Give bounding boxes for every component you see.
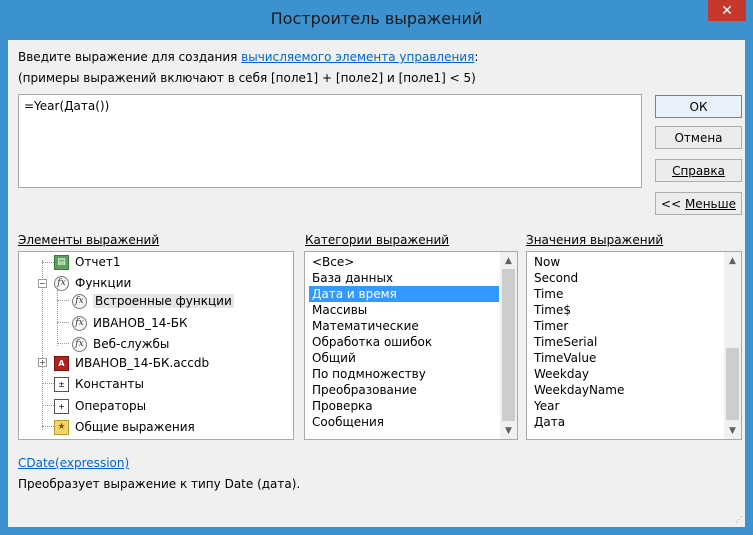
database-icon: A: [54, 355, 69, 371]
scroll-up-icon[interactable]: ▲: [724, 252, 741, 269]
value-item[interactable]: Дата: [531, 414, 568, 430]
tree-line: [42, 405, 54, 406]
expression-categories-list[interactable]: <Все> База данных Дата и время Массивы М…: [304, 251, 518, 440]
less-button-prefix: <<: [661, 196, 685, 211]
category-item[interactable]: По подмножеству: [309, 366, 429, 382]
tree-item-report[interactable]: ▤ Отчет1: [54, 253, 121, 271]
function-description: Преобразует выражение к типу Date (дата)…: [18, 477, 301, 491]
expression-elements-tree[interactable]: − + ▤ Отчет1 fx Функции fx Встроенные фу…: [18, 251, 294, 440]
categories-label-text: Категории выражений: [305, 233, 450, 247]
calculated-control-link[interactable]: вычисляемого элемента управления: [241, 50, 474, 64]
tree-item-label: Функции: [75, 276, 132, 290]
categories-label: Категории выражений: [305, 233, 449, 247]
elements-label-text: Элементы выражений: [18, 233, 160, 247]
tree-line: [42, 383, 54, 384]
resize-grip-icon[interactable]: ⋰: [735, 515, 743, 524]
category-item[interactable]: Математические: [309, 318, 422, 334]
operators-icon: +: [54, 398, 69, 414]
help-button-label: Справка: [672, 163, 725, 178]
tree-item-label: Отчет1: [75, 255, 121, 269]
tree-item-label: ИВАНОВ_14-БК: [93, 316, 188, 330]
expression-values-list[interactable]: Now Second Time Time$ Timer TimeSerial T…: [526, 251, 742, 440]
value-item[interactable]: Time: [531, 286, 566, 302]
less-button-label: Меньше: [684, 196, 736, 211]
instructions-line-2: (примеры выражений включают в себя [поле…: [18, 71, 476, 85]
expression-builder-window: Построитель выражений ✕ Введите выражени…: [0, 0, 753, 535]
tree-item-constants[interactable]: ± Константы: [54, 375, 144, 393]
expand-database-toggle[interactable]: +: [38, 358, 47, 367]
category-item[interactable]: Преобразование: [309, 382, 420, 398]
tree-item-label: Веб-службы: [93, 337, 170, 351]
tree-line: [57, 322, 69, 323]
tree-line: [57, 343, 69, 344]
tree-item-functions[interactable]: fx Функции: [54, 274, 131, 292]
value-item[interactable]: Year: [531, 398, 562, 414]
values-label: Значения выражений: [526, 233, 663, 247]
tree-line: [57, 300, 69, 301]
function-icon: fx: [72, 293, 87, 309]
scroll-down-icon[interactable]: ▼: [724, 422, 741, 439]
tree-item-label: Общие выражения: [75, 420, 195, 434]
value-item[interactable]: Now: [531, 254, 563, 270]
category-item[interactable]: Проверка: [309, 398, 376, 414]
help-button[interactable]: Справка: [655, 159, 742, 182]
instructions-colon: :: [474, 50, 479, 64]
tree-item-common-expressions[interactable]: ★ Общие выражения: [54, 418, 195, 436]
dialog-client-area: Введите выражение для создания вычисляем…: [8, 40, 745, 527]
category-item[interactable]: Массивы: [309, 302, 370, 318]
values-label-text: Значения выражений: [526, 233, 664, 247]
tree-item-builtin-functions[interactable]: fx Встроенные функции: [72, 292, 234, 310]
category-item[interactable]: Обработка ошибок: [309, 334, 435, 350]
tree-item-label: Операторы: [75, 399, 147, 413]
instructions-text: Введите выражение для создания: [18, 50, 242, 64]
tree-item-database[interactable]: A ИВАНОВ_14-БК.accdb: [54, 354, 209, 372]
values-scrollbar[interactable]: ▲ ▼: [724, 252, 741, 439]
less-button[interactable]: << Меньше: [655, 192, 742, 215]
expression-text: =Year(Дата()): [24, 99, 110, 113]
category-item[interactable]: База данных: [309, 270, 396, 286]
scroll-down-icon[interactable]: ▼: [500, 422, 517, 439]
ok-button[interactable]: ОК: [655, 95, 742, 118]
category-item[interactable]: Общий: [309, 350, 359, 366]
tree-item-label: Встроенные функции: [93, 294, 234, 308]
value-item[interactable]: Time$: [531, 302, 574, 318]
instructions-line-1: Введите выражение для создания вычисляем…: [18, 50, 478, 64]
category-item[interactable]: <Все>: [309, 254, 357, 270]
common-expressions-icon: ★: [54, 419, 69, 435]
tree-item-web-services[interactable]: fx Веб-службы: [72, 335, 169, 353]
scroll-thumb[interactable]: [726, 348, 739, 420]
tree-item-ivanov-functions[interactable]: fx ИВАНОВ_14-БК: [72, 314, 187, 332]
tree-line: [42, 262, 54, 263]
cancel-button[interactable]: Отмена: [655, 126, 742, 149]
scroll-thumb[interactable]: [502, 269, 515, 421]
tree-line: [57, 290, 58, 346]
constants-icon: ±: [54, 376, 69, 392]
value-item[interactable]: Second: [531, 270, 581, 286]
categories-scrollbar[interactable]: ▲ ▼: [500, 252, 517, 439]
tree-line: [42, 426, 54, 427]
function-icon: fx: [72, 336, 87, 352]
close-button[interactable]: ✕: [708, 0, 746, 21]
value-item[interactable]: Weekday: [531, 366, 592, 382]
category-item-selected[interactable]: Дата и время: [309, 286, 499, 302]
elements-label: Элементы выражений: [18, 233, 159, 247]
tree-item-label: ИВАНОВ_14-БК.accdb: [75, 356, 210, 370]
tree-item-label: Константы: [75, 377, 144, 391]
window-title: Построитель выражений: [270, 9, 483, 28]
title-bar[interactable]: Построитель выражений ✕: [0, 0, 753, 40]
collapse-functions-toggle[interactable]: −: [38, 279, 47, 288]
scroll-up-icon[interactable]: ▲: [500, 252, 517, 269]
value-item[interactable]: WeekdayName: [531, 382, 627, 398]
report-icon: ▤: [54, 254, 69, 270]
value-item[interactable]: TimeValue: [531, 350, 599, 366]
function-icon: fx: [54, 275, 69, 291]
function-syntax-link[interactable]: CDate(expression): [18, 456, 129, 470]
tree-item-operators[interactable]: + Операторы: [54, 397, 146, 415]
value-item[interactable]: TimeSerial: [531, 334, 600, 350]
function-icon: fx: [72, 315, 87, 331]
category-item[interactable]: Сообщения: [309, 414, 387, 430]
expression-input[interactable]: =Year(Дата()): [18, 94, 642, 188]
value-item[interactable]: Timer: [531, 318, 571, 334]
